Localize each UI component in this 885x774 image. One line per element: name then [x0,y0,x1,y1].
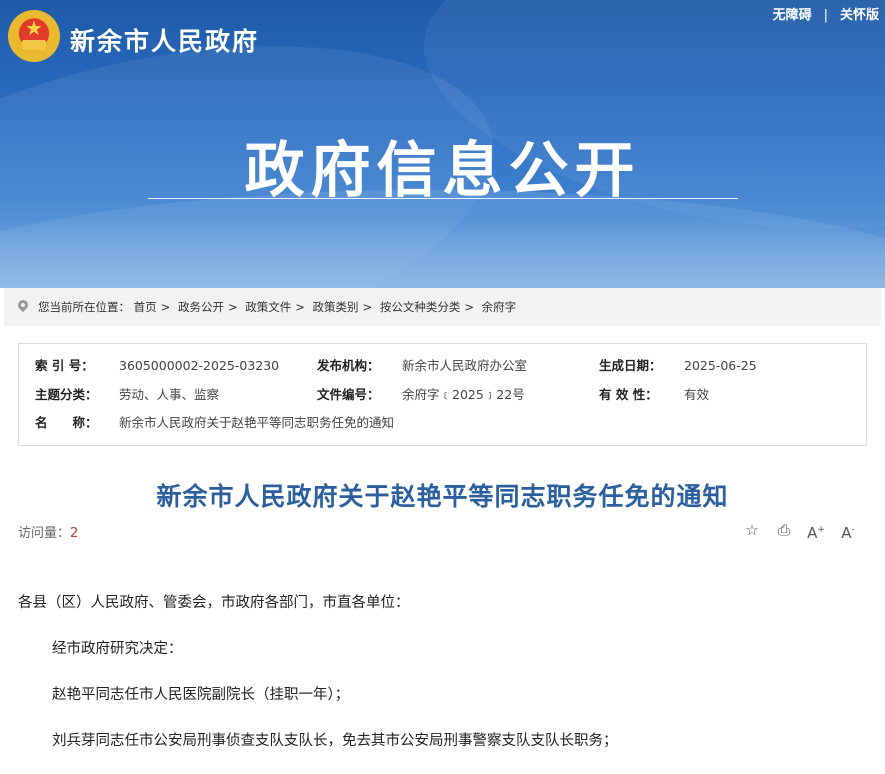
gate-icon [22,40,46,50]
hero-underline [148,198,738,199]
document-title: 新余市人民政府关于赵艳平等同志职务任免的通知 [156,482,729,511]
topic-value: 劳动、人事、监察 [119,387,220,402]
breadcrumb-arrow: > [464,300,474,314]
breadcrumb-policy-category[interactable]: 政策类别 [313,300,359,314]
breadcrumb-arrow: > [160,300,171,314]
breadcrumb-prefix: 您当前所在位置： [38,300,130,314]
publisher-value: 新余市人民政府办公室 [402,358,528,373]
doc-name-value: 新余市人民政府关于赵艳平等同志职务任免的通知 [119,415,395,430]
plus-icon: + [817,525,825,535]
meta-row: 名 称： 新余市人民政府关于赵艳平等同志职务任免的通知 [19,411,866,435]
meta-row: 主题分类： 劳动、人事、监察 文件编号： 余府字﹝2025﹞22号 有 效 性：… [19,383,866,407]
document-body: 各县（区）人民政府、管委会，市政府各部门，市直各单位： 经市政府研究决定： 赵艳… [18,590,868,774]
font-decrease-button[interactable]: A- [837,520,859,542]
index-no-label: 索 引 号： [35,358,94,373]
breadcrumb-current[interactable]: 余府字 [482,300,517,314]
breadcrumb-arrow: > [227,300,238,314]
link-separator: | [823,8,828,23]
body-paragraph: 经市政府研究决定： [52,641,183,657]
breadcrumb: 您当前所在位置： 首页 > 政务公开 > 政策文件 > 政策类别 > 按公文种类分类 > … [4,288,881,326]
created-date-value: 2025-06-25 [684,358,757,373]
visit-count-label: 访问量： [18,526,71,541]
body-paragraph: 赵艳平同志任市人民医院副院长（挂职一年）； [52,687,350,703]
index-no-value: 3605000002-2025-03230 [119,358,280,373]
breadcrumb-arrow: > [295,300,305,314]
top-links: 无障碍 | 关怀版 [773,4,879,23]
article-toolbar: ☆ ⎙ A+ A- [741,520,861,542]
printer-icon[interactable]: ⎙ [773,520,795,540]
elder-mode-link[interactable]: 关怀版 [840,8,879,23]
body-paragraph: 各县（区）人民政府、管委会，市政府各部门，市直各单位： [18,595,410,611]
font-increase-label: A [807,524,818,542]
national-emblem-logo[interactable]: ★ [8,10,60,62]
breadcrumb-home[interactable]: 首页 [134,300,157,314]
document-meta-table: 索 引 号： 3605000002-2025-03230 发布机构： 新余市人民… [18,343,867,446]
body-paragraph: 刘兵芽同志任市公安局刑事侦查支队支队长，免去其市公安局刑事警察支队支队长职务； [52,733,618,749]
doc-number-value: 余府字﹝2025﹞22号 [402,387,525,402]
meta-row: 索 引 号： 3605000002-2025-03230 发布机构： 新余市人民… [19,354,866,378]
doc-name-label: 名 称： [35,415,98,430]
favorite-star-icon[interactable]: ☆ [741,520,763,540]
topic-label: 主题分类： [35,387,98,402]
created-date-label: 生成日期： [599,358,662,373]
banner-skyline [0,218,885,288]
location-pin-icon [15,297,31,313]
header-banner: ★ 新余市人民政府 无障碍 | 关怀版 政府信息公开 [0,0,885,288]
hero-title: 政府信息公开 [244,136,641,206]
visit-count-value: 2 [70,526,79,541]
star-icon: ★ [25,16,43,40]
site-name[interactable]: 新余市人民政府 [70,22,259,58]
doc-number-label: 文件编号： [317,387,380,402]
breadcrumb-doc-type[interactable]: 按公文种类分类 [380,300,461,314]
publisher-label: 发布机构： [317,358,380,373]
breadcrumb-policy-docs[interactable]: 政策文件 [245,300,291,314]
validity-value: 有效 [684,387,710,402]
breadcrumb-arrow: > [362,300,373,314]
accessibility-link[interactable]: 无障碍 [773,8,812,23]
validity-label: 有 效 性： [599,387,658,402]
font-decrease-label: A [841,524,852,542]
font-increase-button[interactable]: A+ [805,520,827,542]
breadcrumb-gov-affairs[interactable]: 政务公开 [178,300,224,314]
minus-icon: - [851,525,855,535]
visit-count: 访问量：2 [18,522,78,541]
